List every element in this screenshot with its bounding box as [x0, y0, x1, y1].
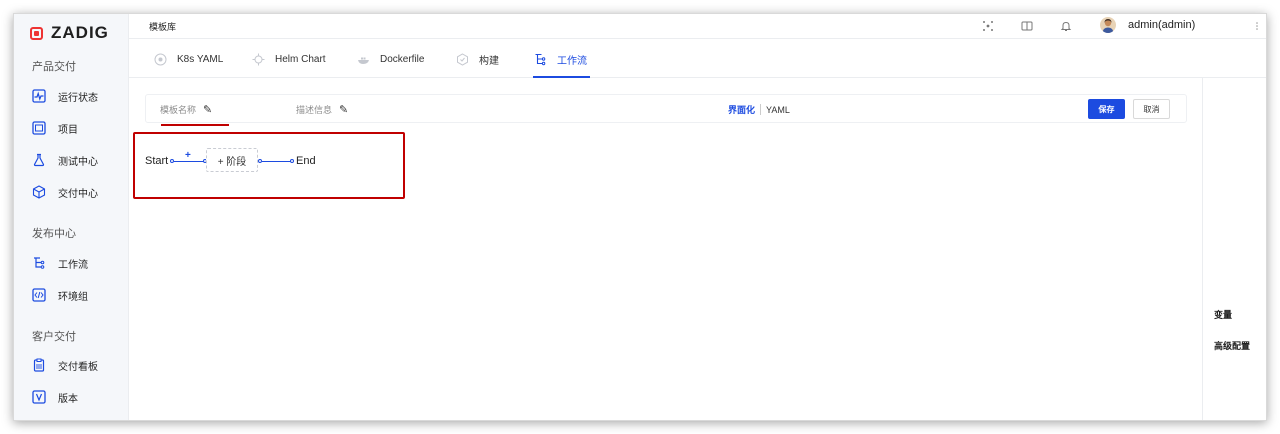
workflow-highlight-box — [133, 132, 405, 199]
zadig-logo-icon — [30, 26, 43, 40]
template-tabs: K8s YAML Helm Chart Dockerfile 构建 工作流 — [129, 40, 1266, 78]
pencil-icon[interactable]: ✎ — [339, 103, 348, 116]
add-stage-plus-icon[interactable]: + — [185, 150, 191, 161]
add-stage-button[interactable]: + 阶段 — [206, 148, 258, 172]
top-bar: 模板库 admin(admin) — [129, 14, 1266, 39]
mode-yaml-option[interactable]: YAML — [766, 105, 790, 115]
mode-switch: 界面化 YAML — [728, 103, 790, 116]
sidebar-item-label: 运行状态 — [58, 92, 98, 104]
template-name-field[interactable]: 模板名称 ✎ — [160, 103, 229, 126]
name-underline — [161, 124, 229, 126]
tab-label: K8s YAML — [177, 53, 224, 65]
docs-icon[interactable] — [1020, 19, 1034, 33]
pencil-icon[interactable]: ✎ — [203, 103, 212, 116]
tab-helm-chart[interactable]: Helm Chart — [251, 40, 326, 78]
tab-label: Helm Chart — [275, 53, 326, 65]
sidebar-item-label: 交付看板 — [58, 361, 98, 373]
sidebar-item-label: 工作流 — [58, 259, 88, 271]
mode-divider — [760, 104, 762, 115]
mode-ui-option[interactable]: 界面化 — [728, 103, 755, 116]
variables-tab[interactable]: 变量 — [1214, 308, 1232, 321]
sidebar: ZADIG 产品交付 运行状态 项目 测试中心 交付中心 发布中心 工作流 环境… — [14, 14, 129, 420]
docker-icon — [356, 52, 370, 66]
k8s-icon — [153, 52, 167, 66]
workflow-end-label: End — [296, 155, 316, 167]
sidebar-group-delivery: 产品交付 — [32, 61, 76, 73]
template-name-placeholder: 模板名称 — [160, 105, 197, 115]
build-icon — [455, 52, 469, 66]
sidebar-item-version[interactable]: 版本 — [32, 387, 78, 407]
sidebar-item-status[interactable]: 运行状态 — [32, 86, 98, 106]
sidebar-item-test-center[interactable]: 测试中心 — [32, 150, 98, 170]
tab-label: 工作流 — [557, 55, 587, 67]
sidebar-item-label: 项目 — [58, 124, 78, 136]
tab-label: Dockerfile — [380, 53, 425, 65]
project-icon — [32, 121, 46, 135]
right-config-panel: 变量 高级配置 — [1202, 78, 1266, 420]
tab-dockerfile[interactable]: Dockerfile — [356, 40, 424, 78]
tab-build[interactable]: 构建 — [455, 40, 499, 78]
plugin-icon[interactable] — [981, 19, 995, 33]
start-connector-line — [174, 161, 204, 162]
clipboard-icon — [32, 358, 46, 372]
sidebar-item-label: 交付中心 — [58, 188, 98, 200]
package-icon — [32, 185, 46, 199]
tab-label: 构建 — [479, 55, 499, 67]
cancel-button[interactable]: 取消 — [1133, 99, 1170, 119]
workflow-start-label: Start — [145, 155, 169, 167]
more-icon[interactable] — [1250, 19, 1264, 33]
sidebar-item-project[interactable]: 项目 — [32, 118, 78, 138]
advanced-config-tab[interactable]: 高级配置 — [1214, 339, 1250, 352]
flask-icon — [32, 153, 46, 167]
app-window: ZADIG 产品交付 运行状态 项目 测试中心 交付中心 发布中心 工作流 环境… — [13, 13, 1267, 421]
tab-k8s-yaml[interactable]: K8s YAML — [153, 40, 223, 78]
end-connector-dot — [290, 159, 294, 163]
logo-text: ZADIG — [51, 23, 109, 42]
description-field[interactable]: 描述信息 ✎ — [296, 103, 348, 116]
sidebar-item-env-group[interactable]: 环境组 — [32, 285, 88, 305]
end-connector-line — [262, 161, 292, 162]
helm-icon — [251, 52, 265, 66]
workflow-icon — [533, 52, 547, 66]
save-button[interactable]: 保存 — [1088, 99, 1125, 119]
sidebar-group-customer: 客户交付 — [32, 331, 76, 343]
breadcrumb: 模板库 — [149, 22, 177, 32]
sidebar-group-release: 发布中心 — [32, 228, 76, 240]
description-placeholder: 描述信息 — [296, 105, 333, 115]
workflow-icon — [32, 256, 46, 270]
sidebar-item-delivery-board[interactable]: 交付看板 — [32, 355, 98, 375]
bell-icon[interactable] — [1059, 19, 1073, 33]
sidebar-item-delivery-center[interactable]: 交付中心 — [32, 182, 98, 202]
code-icon — [32, 288, 46, 302]
logo[interactable]: ZADIG — [30, 22, 109, 44]
tab-workflow[interactable]: 工作流 — [533, 40, 590, 78]
avatar[interactable] — [1100, 17, 1116, 33]
sidebar-item-label: 环境组 — [58, 291, 88, 303]
sidebar-item-workflow[interactable]: 工作流 — [32, 253, 88, 273]
pulse-icon — [32, 89, 46, 103]
sidebar-item-label: 版本 — [58, 393, 78, 405]
user-name[interactable]: admin(admin) — [1128, 19, 1195, 31]
version-icon — [32, 390, 46, 404]
sidebar-item-label: 测试中心 — [58, 156, 98, 168]
template-meta-bar: 模板名称 ✎ 描述信息 ✎ 界面化 YAML 保存 取消 — [145, 94, 1187, 126]
